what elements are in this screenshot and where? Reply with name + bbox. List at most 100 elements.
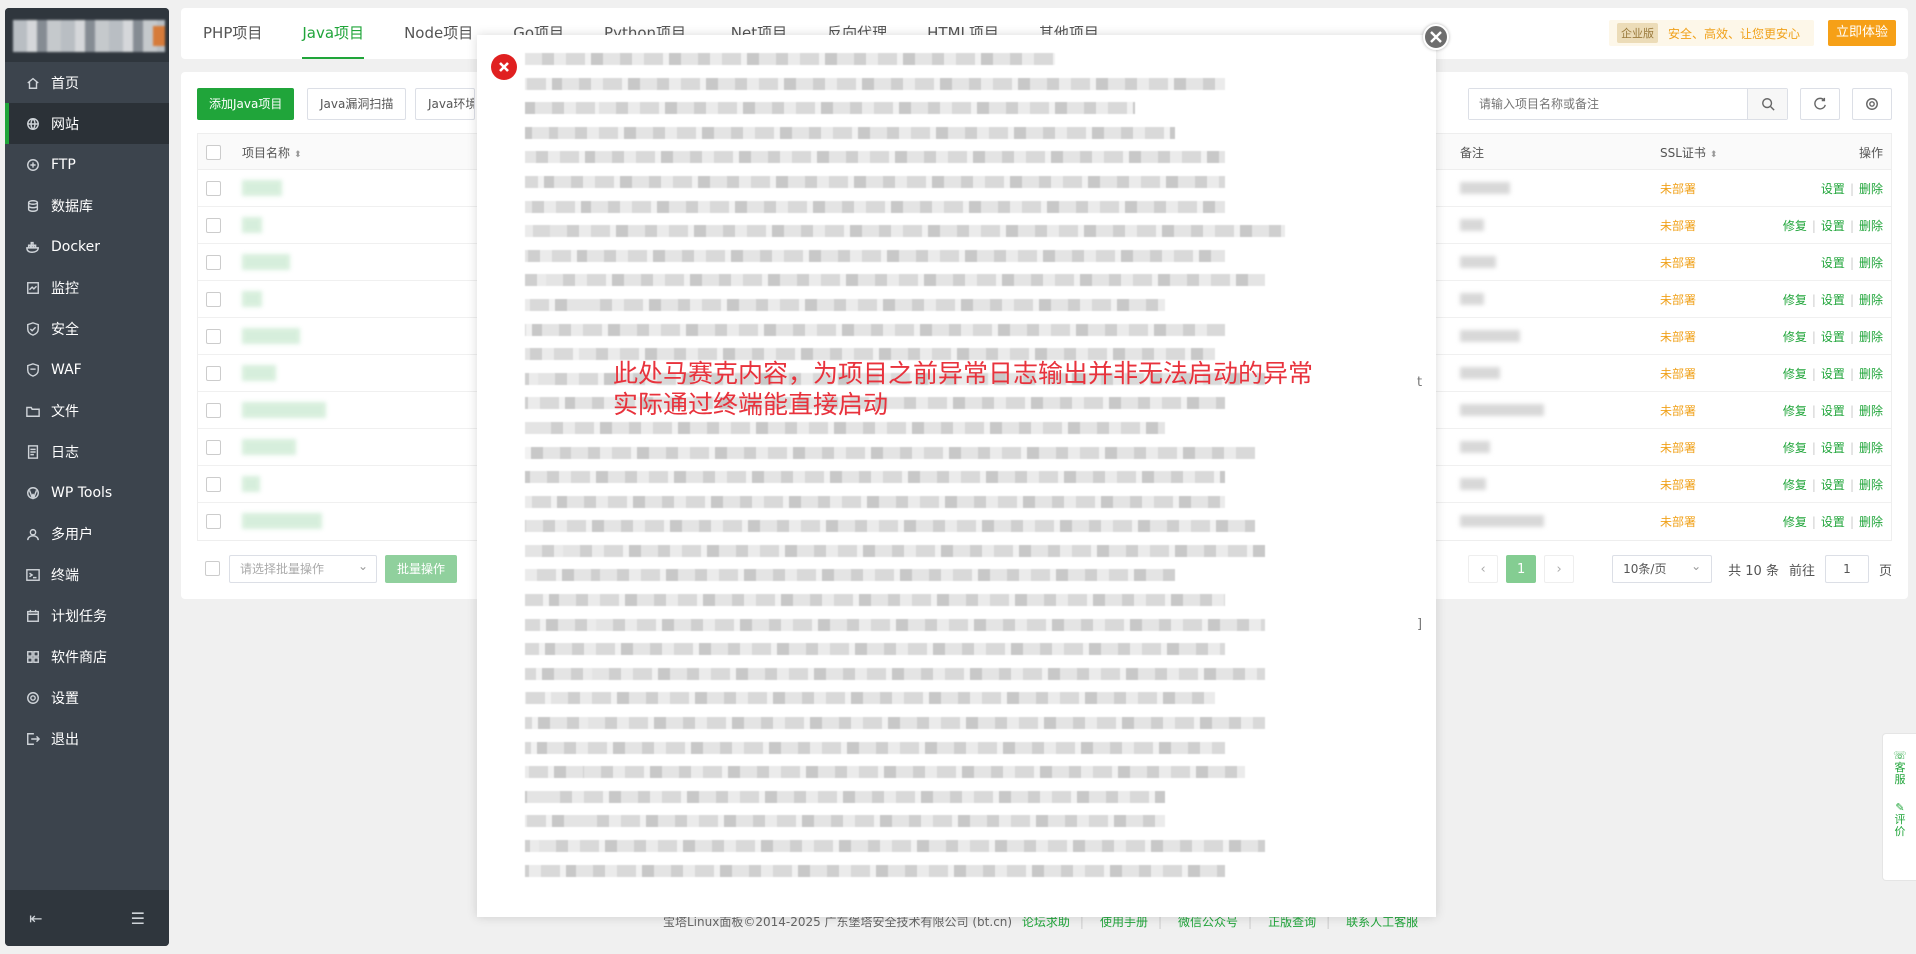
delete-link[interactable]: 删除 [1859,219,1883,233]
sidebar-item-7[interactable]: WAF [5,349,169,390]
ssl-status[interactable]: 未部署 [1660,254,1696,271]
settings-link[interactable]: 设置 [1821,256,1845,270]
footer-link[interactable]: 联系人工客服 [1346,915,1418,929]
project-name-mosaic[interactable] [242,365,276,381]
repair-link[interactable]: 修复 [1783,515,1807,529]
project-name-mosaic[interactable] [242,254,290,270]
repair-link[interactable]: 修复 [1783,219,1807,233]
refresh-button[interactable] [1800,88,1840,120]
footer-link[interactable]: 论坛求助 [1022,915,1070,929]
sidebar-item-16[interactable]: 退出 [5,718,169,759]
java-vuln-scan-button[interactable]: Java漏洞扫描 [307,88,407,120]
modal-close-button[interactable] [1423,24,1449,50]
column-name[interactable]: 项目名称 ⬍ [242,144,302,161]
sidebar-item-8[interactable]: 文件 [5,390,169,431]
column-ssl[interactable]: SSL证书 ⬍ [1660,144,1717,161]
sidebar-item-10[interactable]: WP Tools [5,472,169,513]
batch-operation-button[interactable]: 批量操作 [385,555,458,583]
sidebar-item-9[interactable]: 日志 [5,431,169,472]
sidebar-item-12[interactable]: 终端 [5,554,169,595]
delete-link[interactable]: 删除 [1859,182,1883,196]
project-name-mosaic[interactable] [242,291,262,307]
repair-link[interactable]: 修复 [1783,404,1807,418]
delete-link[interactable]: 删除 [1859,256,1883,270]
settings-link[interactable]: 设置 [1821,293,1845,307]
delete-link[interactable]: 删除 [1859,441,1883,455]
row-checkbox[interactable] [206,255,221,270]
settings-link[interactable]: 设置 [1821,367,1845,381]
settings-link[interactable]: 设置 [1821,441,1845,455]
next-page-button[interactable]: › [1544,555,1575,583]
menu-list-icon[interactable]: ☰ [131,909,145,928]
sidebar-item-6[interactable]: 安全 [5,308,169,349]
search-button[interactable] [1747,89,1787,119]
delete-link[interactable]: 删除 [1859,293,1883,307]
sidebar-item-2[interactable]: FTP [5,144,169,185]
red-close-button[interactable] [491,54,517,80]
project-name-mosaic[interactable] [242,328,300,344]
row-checkbox[interactable] [206,292,221,307]
try-now-button[interactable]: 立即体验 [1827,20,1896,46]
row-checkbox[interactable] [206,329,221,344]
select-all-checkbox[interactable] [206,145,221,160]
row-checkbox[interactable] [206,477,221,492]
ssl-status[interactable]: 未部署 [1660,476,1696,493]
project-name-mosaic[interactable] [242,513,322,529]
ssl-status[interactable]: 未部署 [1660,439,1696,456]
delete-link[interactable]: 删除 [1859,478,1883,492]
sidebar-item-15[interactable]: 设置 [5,677,169,718]
row-checkbox[interactable] [206,514,221,529]
settings-link[interactable]: 设置 [1821,219,1845,233]
ssl-status[interactable]: 未部署 [1660,365,1696,382]
project-name-mosaic[interactable] [242,476,260,492]
sidebar-item-1[interactable]: 网站 [5,103,169,144]
repair-link[interactable]: 修复 [1783,441,1807,455]
settings-link[interactable]: 设置 [1821,478,1845,492]
ssl-status[interactable]: 未部署 [1660,291,1696,308]
review-widget[interactable]: ✎ 评价 [1883,786,1916,838]
row-checkbox[interactable] [206,218,221,233]
settings-button[interactable] [1852,88,1892,120]
ssl-status[interactable]: 未部署 [1660,402,1696,419]
tab-1[interactable]: Java项目 [302,8,364,59]
settings-link[interactable]: 设置 [1821,515,1845,529]
delete-link[interactable]: 删除 [1859,330,1883,344]
page-size-select[interactable]: 10条/页 [1612,553,1713,583]
sidebar-item-13[interactable]: 计划任务 [5,595,169,636]
search-input[interactable] [1469,89,1747,119]
row-checkbox[interactable] [206,403,221,418]
ssl-status[interactable]: 未部署 [1660,217,1696,234]
collapse-icon[interactable]: ⇤ [29,909,42,928]
add-java-project-button[interactable]: 添加Java项目 [197,88,295,120]
settings-link[interactable]: 设置 [1821,404,1845,418]
settings-link[interactable]: 设置 [1821,182,1845,196]
footer-link[interactable]: 正版查询 [1268,915,1316,929]
project-name-mosaic[interactable] [242,439,296,455]
row-checkbox[interactable] [206,366,221,381]
sidebar-item-3[interactable]: 数据库 [5,185,169,226]
sidebar-item-5[interactable]: 监控 [5,267,169,308]
row-checkbox[interactable] [206,440,221,455]
customer-service-widget[interactable]: ☏ 客服 [1883,734,1916,786]
footer-link[interactable]: 微信公众号 [1178,915,1238,929]
delete-link[interactable]: 删除 [1859,515,1883,529]
row-checkbox[interactable] [206,181,221,196]
prev-page-button[interactable]: ‹ [1468,555,1499,583]
goto-page-input[interactable]: 1 [1824,555,1869,583]
batch-operation-select[interactable]: 请选择批量操作 [229,553,377,583]
delete-link[interactable]: 删除 [1859,404,1883,418]
sidebar-item-4[interactable]: Docker [5,226,169,267]
project-name-mosaic[interactable] [242,180,282,196]
project-name-mosaic[interactable] [242,217,262,233]
page-1-button[interactable]: 1 [1506,555,1537,583]
sidebar-item-14[interactable]: 软件商店 [5,636,169,677]
java-env-button[interactable]: Java环境 [415,88,475,120]
sidebar-item-11[interactable]: 多用户 [5,513,169,554]
sidebar-item-0[interactable]: 首页 [5,62,169,103]
settings-link[interactable]: 设置 [1821,330,1845,344]
repair-link[interactable]: 修复 [1783,293,1807,307]
footer-link[interactable]: 使用手册 [1100,915,1148,929]
tab-2[interactable]: Node项目 [404,8,473,59]
ssl-status[interactable]: 未部署 [1660,513,1696,530]
ssl-status[interactable]: 未部署 [1660,328,1696,345]
